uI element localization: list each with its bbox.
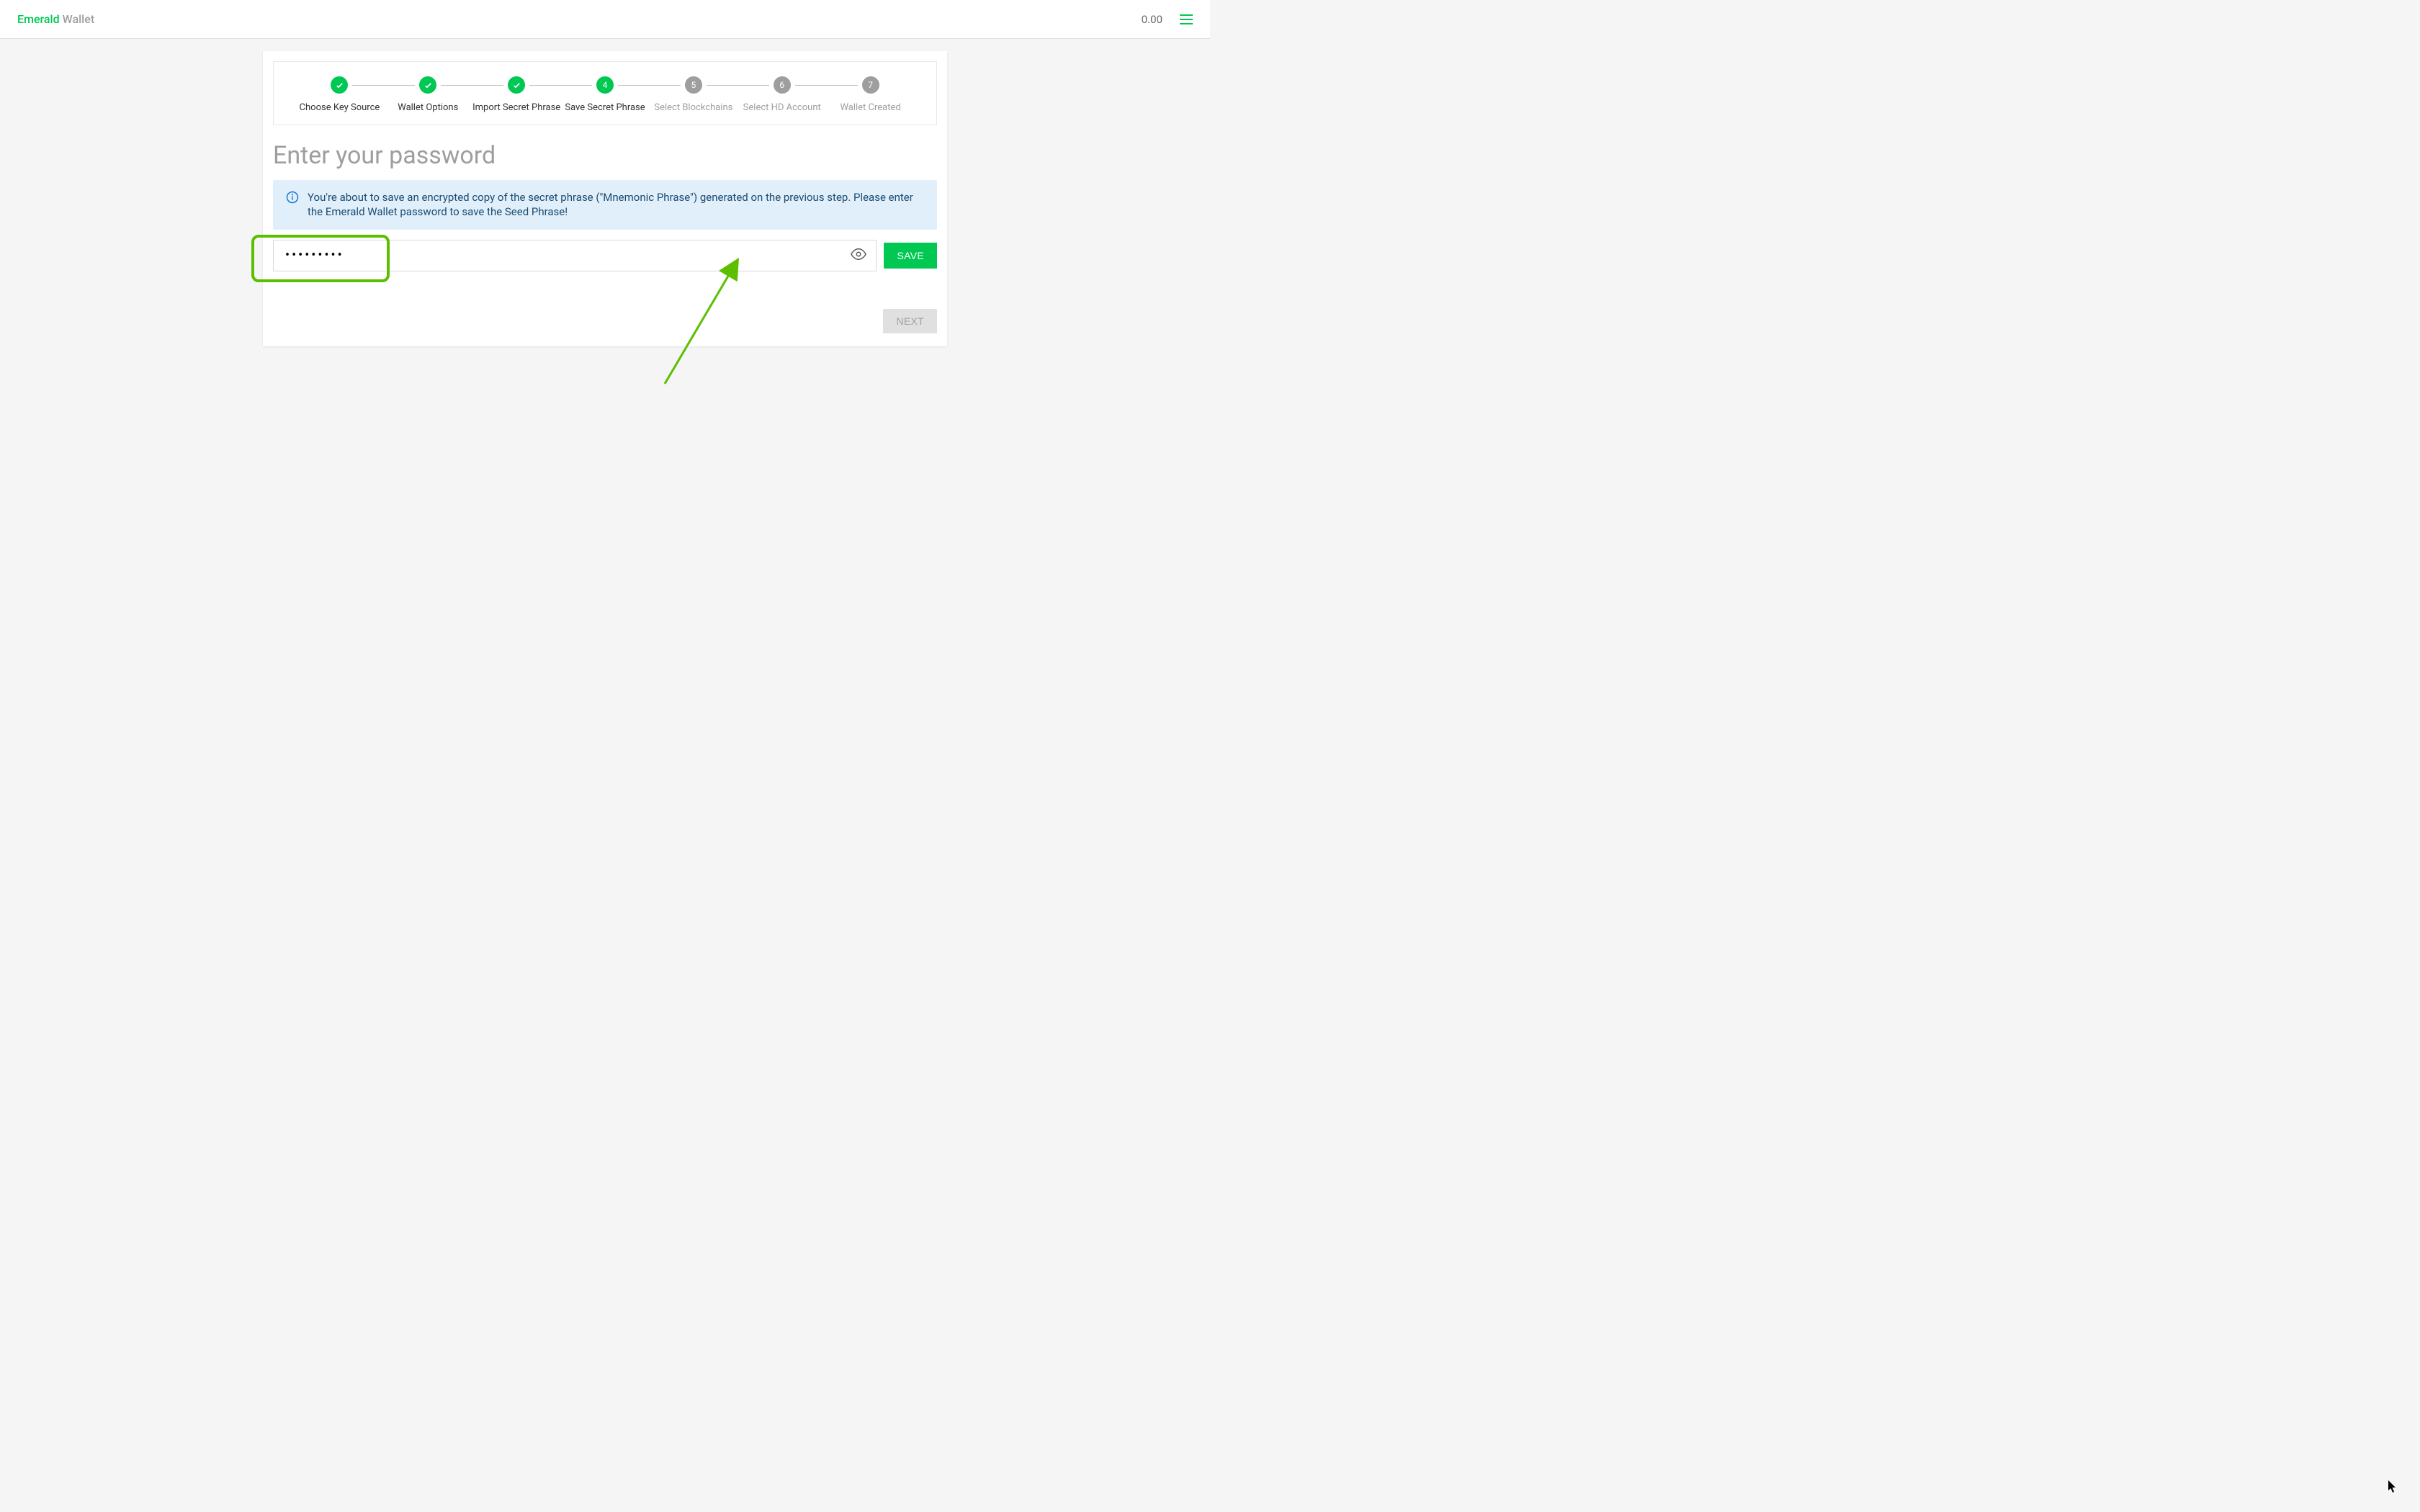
step-wallet-created: 7 Wallet Created	[826, 76, 915, 113]
step-label: Import Secret Phrase	[472, 102, 560, 113]
password-row: SAVE	[273, 240, 937, 271]
step-label: Select Blockchains	[654, 102, 732, 113]
step-save-secret-phrase: 4 Save Secret Phrase	[561, 76, 650, 113]
step-label: Select HD Account	[743, 102, 821, 113]
step-pending-icon: 6	[774, 76, 791, 94]
step-label: Wallet Options	[398, 102, 458, 113]
step-choose-key-source: Choose Key Source	[295, 76, 384, 113]
logo-product: Wallet	[63, 12, 95, 26]
step-wallet-options: Wallet Options	[384, 76, 472, 113]
content-area: Enter your password You're about to save…	[263, 115, 947, 346]
step-import-secret-phrase: Import Secret Phrase	[472, 76, 561, 113]
info-icon	[286, 191, 299, 207]
step-pending-icon: 5	[685, 76, 702, 94]
main-card: Choose Key Source Wallet Options Import …	[263, 51, 947, 346]
password-input-wrapper	[273, 240, 877, 271]
step-label: Choose Key Source	[300, 102, 380, 113]
save-button[interactable]: SAVE	[884, 243, 937, 269]
balance-value: 0.00	[1142, 13, 1162, 26]
next-button[interactable]: NEXT	[883, 309, 937, 333]
logo-brand: Emerald	[17, 12, 60, 26]
step-select-blockchains: 5 Select Blockchains	[649, 76, 738, 113]
actions-row: NEXT	[273, 309, 937, 333]
step-done-icon	[331, 76, 348, 94]
eye-icon[interactable]	[851, 246, 866, 265]
step-label: Save Secret Phrase	[565, 102, 645, 113]
step-done-icon	[419, 76, 436, 94]
hamburger-menu-icon[interactable]	[1180, 14, 1193, 24]
app-logo[interactable]: Emerald Wallet	[17, 12, 94, 26]
info-text: You're about to save an encrypted copy o…	[308, 190, 924, 220]
step-label: Wallet Created	[840, 102, 900, 113]
step-active-icon: 4	[596, 76, 614, 94]
step-select-hd-account: 6 Select HD Account	[738, 76, 826, 113]
step-done-icon	[508, 76, 525, 94]
stepper-steps: Choose Key Source Wallet Options Import …	[274, 76, 936, 113]
page-title: Enter your password	[273, 141, 937, 170]
password-input[interactable]	[273, 240, 877, 271]
stepper: Choose Key Source Wallet Options Import …	[273, 61, 937, 125]
mouse-cursor-icon	[2388, 1480, 2398, 1496]
step-pending-icon: 7	[862, 76, 879, 94]
info-banner: You're about to save an encrypted copy o…	[273, 180, 937, 230]
header-right: 0.00	[1142, 13, 1193, 26]
app-header: Emerald Wallet 0.00	[0, 0, 1210, 39]
